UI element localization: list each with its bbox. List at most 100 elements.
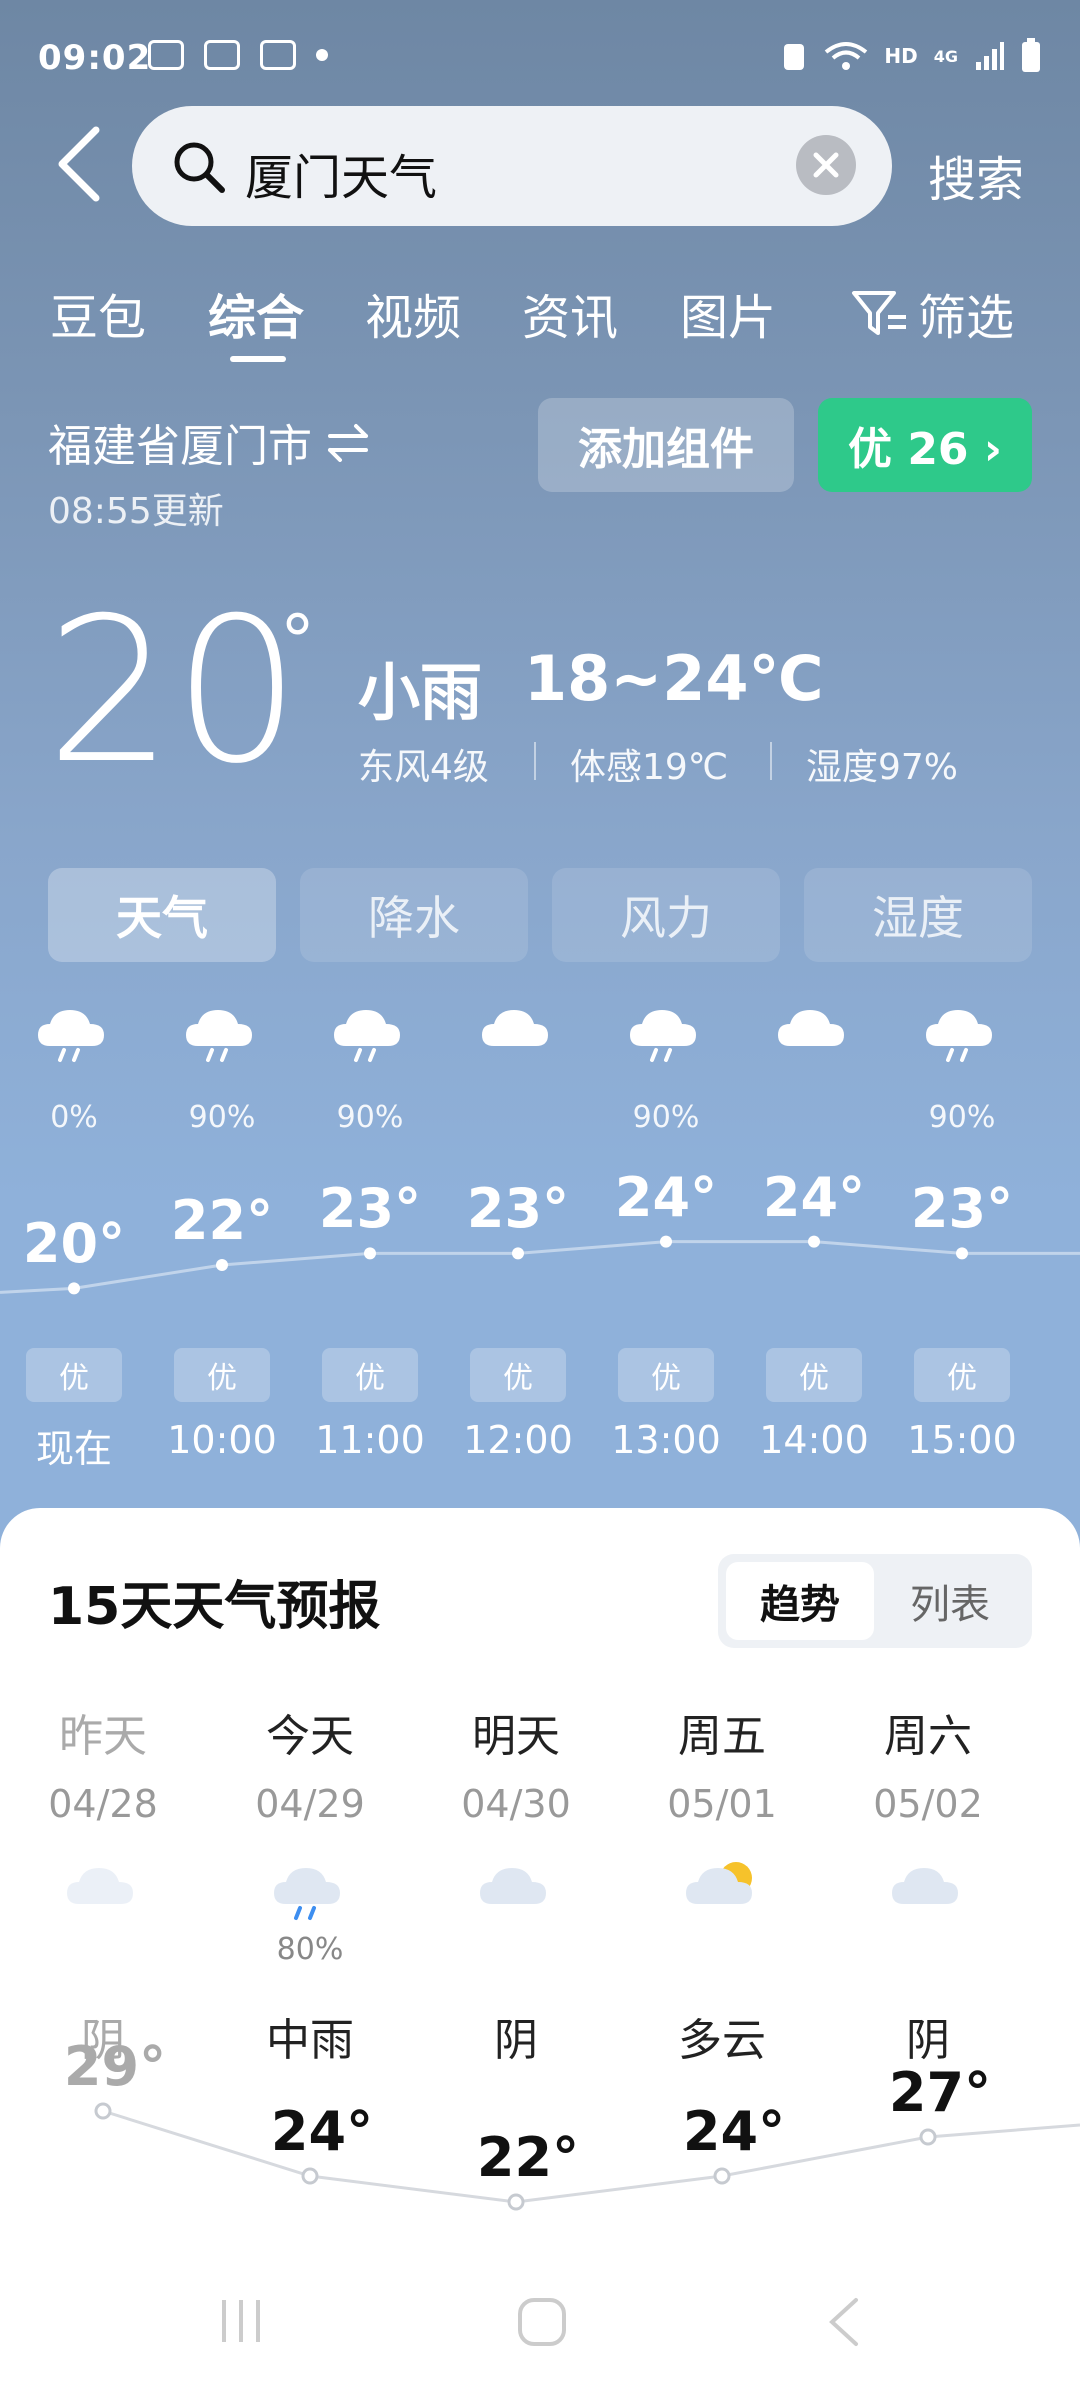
cloud-icon (443, 998, 593, 1068)
rain-cloud-icon (295, 998, 445, 1068)
hourly-time: 10:00 (167, 1418, 277, 1462)
degree-symbol: ° (280, 600, 315, 682)
location-city: 福建省厦门市 (48, 421, 312, 472)
cloud-icon (416, 1856, 616, 1926)
forecast-day[interactable]: 昨天 04/28 (3, 1700, 203, 1926)
tab-filter[interactable]: 筛选 (850, 278, 1014, 348)
feels-like: 体感19℃ (570, 747, 729, 788)
recycle-icon (784, 44, 805, 70)
day-name: 今天 (266, 1711, 354, 1762)
day-name: 明天 (472, 1711, 560, 1762)
day-high-temp: 24° (270, 2100, 374, 2163)
current-temp: 20 (46, 575, 301, 808)
day-condition: 阴 (494, 2015, 538, 2066)
close-icon (813, 152, 839, 178)
rain-cloud-icon (887, 998, 1037, 1068)
hourly-aqi: 优 (914, 1348, 1010, 1402)
cloud-icon (828, 1856, 1028, 1926)
forecast-day[interactable]: 周六 05/02 (828, 1700, 1028, 1926)
hourly-temp: 23° (466, 1177, 570, 1241)
hourly-time: 14:00 (759, 1418, 869, 1462)
hourly-aqi: 优 (322, 1348, 418, 1402)
daily-point (919, 2128, 937, 2146)
daily-point (301, 2167, 319, 2185)
wifi-icon (825, 42, 868, 70)
tab-filter-label: 筛选 (918, 290, 1015, 346)
swap-icon (328, 424, 368, 462)
partly-cloudy-icon (622, 1856, 822, 1926)
signal-icon (976, 42, 1004, 70)
more-notifications-dot (316, 49, 328, 61)
day-condition: 阴 (906, 2015, 950, 2066)
nav-bar (0, 2260, 1080, 2400)
day-date: 04/29 (255, 1782, 365, 1826)
active-tab-indicator (230, 356, 286, 362)
location-switch[interactable]: 福建省厦门市 (48, 410, 370, 474)
tab-images[interactable]: 图片 (680, 278, 776, 348)
day-high-temp: 29° (63, 2035, 167, 2098)
recent-apps-icon[interactable] (216, 2296, 266, 2346)
aqi-button[interactable]: 优 26 › (818, 398, 1032, 492)
day-high-temp: 24° (682, 2100, 786, 2163)
hourly-aqi: 优 (618, 1348, 714, 1402)
forecast-day[interactable]: 明天 04/30 (416, 1700, 616, 1926)
hourly-precip: 90% (632, 1100, 700, 1135)
forecast-day[interactable]: 周五 05/01 (622, 1700, 822, 1926)
hourly-point (808, 1235, 820, 1248)
search-query[interactable]: 厦门天气 (245, 138, 437, 208)
network-hd-label: HD (884, 44, 918, 68)
status-left-icons (148, 40, 328, 70)
cloud-icon (739, 998, 889, 1068)
day-condition: 中雨 (266, 2015, 354, 2066)
clear-search-button[interactable] (796, 135, 856, 195)
tab-doubao[interactable]: 豆包 (50, 278, 146, 348)
daily-point (94, 2102, 112, 2120)
day-date: 05/01 (667, 1782, 777, 1826)
hourly-aqi: 优 (766, 1348, 862, 1402)
tab-news[interactable]: 资讯 (522, 278, 618, 348)
hourly-aqi: 优 (174, 1348, 270, 1402)
tab-comprehensive[interactable]: 综合 (208, 278, 304, 348)
hourly-time: 11:00 (315, 1418, 425, 1462)
back-arrow-icon[interactable] (52, 124, 112, 204)
network-4g-label: 4G (933, 46, 958, 66)
daily-point (713, 2167, 731, 2185)
update-time: 08:55更新 (48, 491, 224, 532)
hourly-time: 现在 (35, 1427, 112, 1471)
day-condition: 多云 (678, 2015, 766, 2066)
hourly-time: 15:00 (907, 1418, 1017, 1462)
clock-app-icon (204, 40, 240, 70)
seg-precip[interactable]: 降水 (300, 868, 528, 962)
rain-cloud-icon (210, 1856, 410, 1926)
add-widget-button[interactable]: 添加组件 (538, 398, 794, 492)
day-name: 周五 (678, 1711, 766, 1762)
seg-weather[interactable]: 天气 (48, 868, 276, 962)
rain-cloud-icon (0, 998, 149, 1068)
hourly-temp: 23° (910, 1177, 1014, 1241)
hourly-forecast[interactable]: 0% 20° 优现在 90% 22° 优 10:00 90% 23° 优 11:00 23° 优 12:0… (0, 990, 1080, 1480)
status-time: 09:02 (38, 38, 152, 78)
hourly-temp: 23° (318, 1177, 422, 1241)
day-high-temp: 22° (476, 2126, 580, 2189)
gallery-app-icon (260, 40, 296, 70)
cloud-icon (3, 1856, 203, 1926)
day-high-temp: 27° (888, 2061, 992, 2124)
back-nav-icon[interactable] (824, 2296, 864, 2348)
divider (770, 742, 772, 780)
day-precip: 80% (276, 1932, 344, 1967)
wind-info: 东风4级 (358, 747, 489, 788)
seg-wind[interactable]: 风力 (552, 868, 780, 962)
search-button[interactable]: 搜索 (928, 140, 1024, 210)
hourly-temp: 24° (762, 1165, 866, 1229)
hourly-temp: 22° (170, 1189, 274, 1252)
seg-humidity[interactable]: 湿度 (804, 868, 1032, 962)
day-name: 昨天 (59, 1711, 147, 1762)
hourly-point (216, 1259, 228, 1271)
rain-cloud-icon (147, 998, 297, 1068)
home-icon[interactable] (516, 2296, 568, 2348)
status-right-icons: HD 4G (780, 38, 1042, 74)
tab-video[interactable]: 视频 (365, 278, 461, 348)
day-date: 05/02 (873, 1782, 983, 1826)
forecast-day[interactable]: 今天 04/29 (210, 1700, 410, 1926)
rain-cloud-icon (591, 998, 741, 1068)
